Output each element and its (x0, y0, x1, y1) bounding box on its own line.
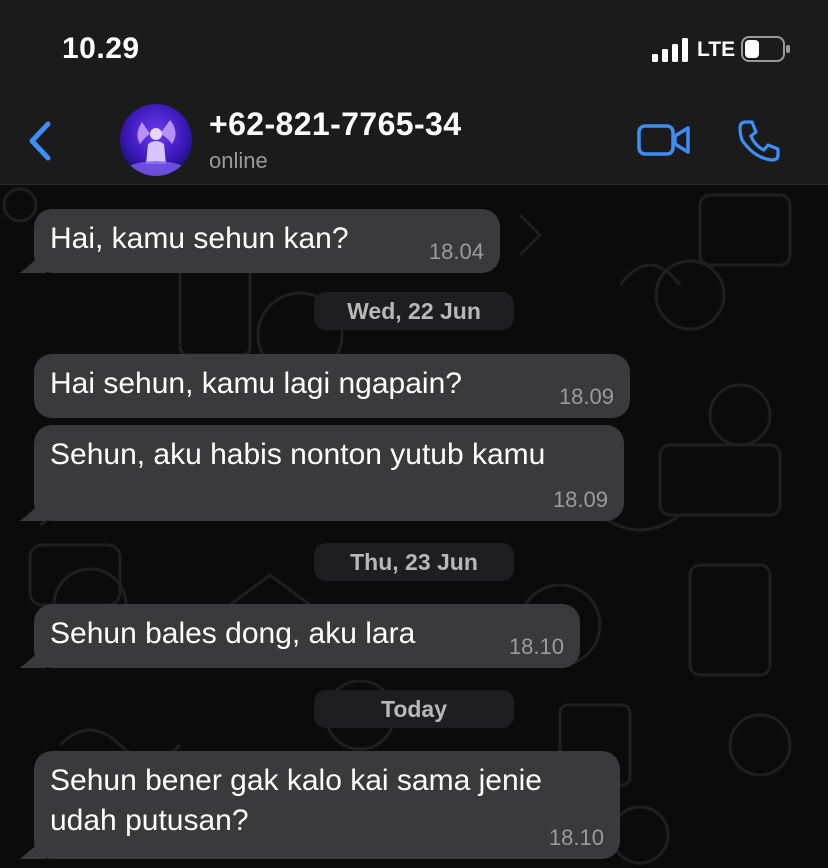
message-time: 18.09 (552, 487, 608, 512)
message-text: Hai sehun, kamu lagi ngapain? (50, 367, 462, 400)
message-time: 18.10 (508, 634, 564, 659)
phone-icon[interactable] (736, 118, 782, 164)
message-text: Sehun, aku habis nonton yutub kamu (50, 438, 546, 471)
back-chevron-icon[interactable] (22, 116, 62, 166)
message-bubble[interactable]: Sehun bener gak kalo kai sama jenie udah… (34, 751, 620, 859)
message-bubble[interactable]: Sehun bales dong, aku lara 18.10 (34, 604, 580, 668)
contact-name[interactable]: +62-821-7765-34 (209, 106, 461, 143)
chat-header: +62-821-7765-34 online (0, 96, 828, 185)
date-separator: Thu, 23 Jun (314, 543, 514, 581)
contact-avatar[interactable] (120, 104, 192, 176)
message-text: Sehun bales dong, aku lara (50, 617, 416, 650)
message-bubble[interactable]: Sehun, aku habis nonton yutub kamu 18.09 (34, 425, 624, 521)
message-time: 18.04 (428, 239, 484, 264)
contact-status: online (209, 148, 268, 173)
status-time: 10.29 (62, 32, 140, 65)
carrier-label: LTE (697, 38, 736, 61)
video-camera-icon[interactable] (636, 120, 692, 160)
message-bubble[interactable]: Hai sehun, kamu lagi ngapain? 18.09 (34, 354, 630, 418)
message-bubble[interactable]: Hai, kamu sehun kan? 18.04 (34, 209, 500, 273)
message-text: Hai, kamu sehun kan? (50, 222, 349, 255)
status-bar: 10.29 LTE (0, 0, 828, 96)
message-list[interactable]: Hai, kamu sehun kan? 18.04 Wed, 22 Jun H… (0, 185, 828, 868)
message-text-line-1: Sehun bener gak kalo kai sama jenie (50, 764, 542, 797)
battery-icon (741, 36, 790, 62)
message-time: 18.10 (548, 825, 604, 850)
message-time: 18.09 (558, 384, 614, 409)
avatar-image (120, 104, 192, 176)
signal-strength-icon (652, 38, 688, 62)
message-text-line-2: udah putusan? (50, 804, 249, 837)
date-separator: Wed, 22 Jun (314, 292, 514, 330)
date-separator: Today (314, 690, 514, 728)
